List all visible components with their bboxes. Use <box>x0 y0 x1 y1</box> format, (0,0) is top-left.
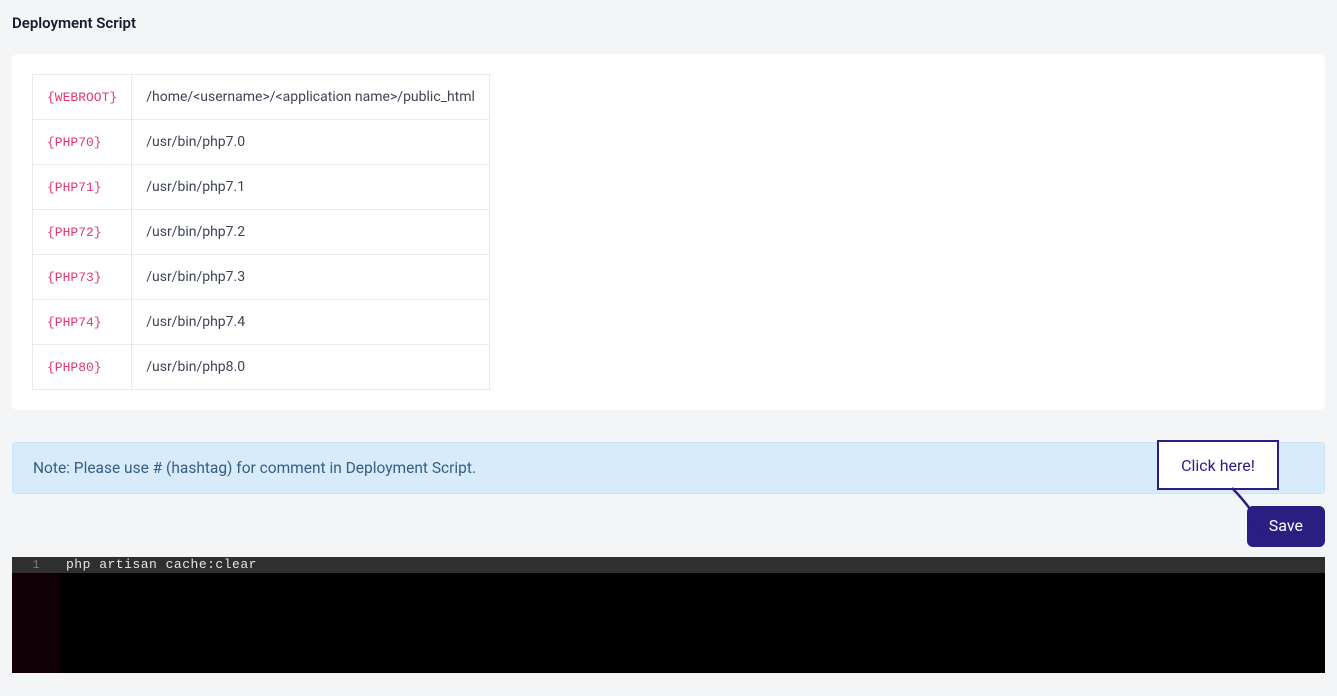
code-editor[interactable]: 1 php artisan cache:clear <box>12 557 1325 673</box>
table-row: {PHP70}/usr/bin/php7.0 <box>33 120 490 165</box>
variable-value: /usr/bin/php7.0 <box>132 120 490 165</box>
variable-key: {PHP74} <box>33 300 132 345</box>
table-row: {PHP73}/usr/bin/php7.3 <box>33 255 490 300</box>
variable-value: /usr/bin/php7.2 <box>132 210 490 255</box>
editor-gutter-column <box>12 573 60 673</box>
editor-gutter-line-number: 1 <box>12 557 60 573</box>
variable-value: /usr/bin/php7.3 <box>132 255 490 300</box>
variable-key: {PHP73} <box>33 255 132 300</box>
table-row: {PHP71}/usr/bin/php7.1 <box>33 165 490 210</box>
editor-main[interactable] <box>60 573 1325 673</box>
save-row: Save <box>12 506 1325 547</box>
variables-table: {WEBROOT}/home/<username>/<application n… <box>32 74 490 390</box>
variables-card: {WEBROOT}/home/<username>/<application n… <box>12 54 1325 410</box>
variable-key: {PHP70} <box>33 120 132 165</box>
table-row: {PHP74}/usr/bin/php7.4 <box>33 300 490 345</box>
editor-body <box>12 573 1325 673</box>
table-row: {PHP72}/usr/bin/php7.2 <box>33 210 490 255</box>
variable-key: {PHP72} <box>33 210 132 255</box>
variable-value: /usr/bin/php7.4 <box>132 300 490 345</box>
variable-value: /usr/bin/php7.1 <box>132 165 490 210</box>
note-bar: Note: Please use # (hashtag) for comment… <box>12 442 1325 494</box>
save-button[interactable]: Save <box>1247 506 1325 547</box>
table-row: {WEBROOT}/home/<username>/<application n… <box>33 75 490 120</box>
editor-line-1-text: php artisan cache:clear <box>60 557 257 573</box>
page-title: Deployment Script <box>0 0 1337 32</box>
variable-value: /usr/bin/php8.0 <box>132 345 490 390</box>
variable-key: {WEBROOT} <box>33 75 132 120</box>
variable-key: {PHP71} <box>33 165 132 210</box>
editor-line-1: 1 php artisan cache:clear <box>12 557 1325 573</box>
variable-key: {PHP80} <box>33 345 132 390</box>
table-row: {PHP80}/usr/bin/php8.0 <box>33 345 490 390</box>
callout-click-here: Click here! <box>1157 440 1279 490</box>
variable-value: /home/<username>/<application name>/publ… <box>132 75 490 120</box>
